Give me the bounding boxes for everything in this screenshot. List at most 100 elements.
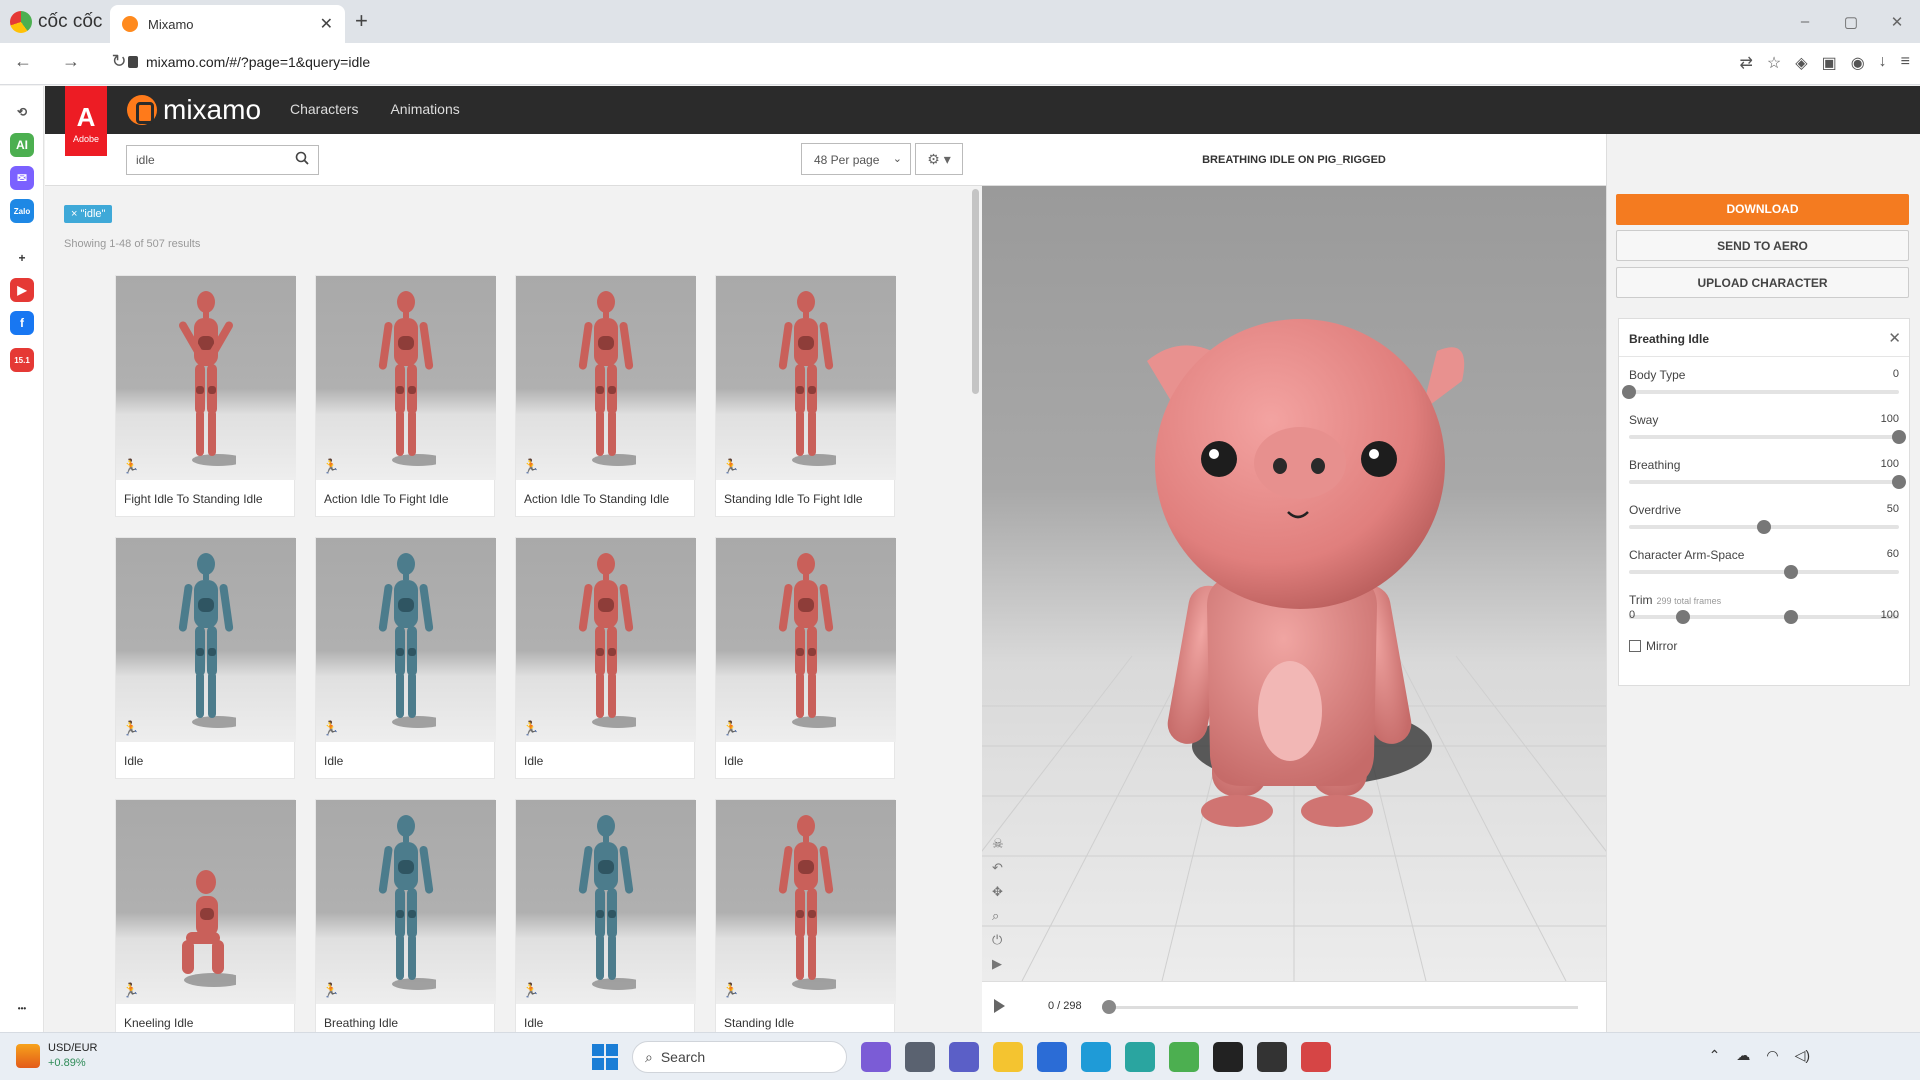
animation-thumbnail[interactable]: 🏃 [316,538,496,742]
timeline-scrubber[interactable] [1102,1000,1116,1014]
shopping-icon[interactable]: 15.1 [10,348,34,372]
edge-icon[interactable] [1081,1042,1111,1072]
slider-handle[interactable] [1892,475,1906,489]
animation-thumbnail[interactable]: 🏃 [316,800,496,1004]
results-scrollbar[interactable] [969,187,982,1032]
tab-mixamo[interactable]: Mixamo ✕ [110,5,345,43]
slider-track[interactable] [1629,435,1899,439]
mirror-checkbox[interactable]: Mirror [1629,639,1677,653]
per-page-select[interactable]: 48 Per page ⌄ [801,143,911,175]
animation-thumbnail[interactable]: 🏃 [516,276,696,480]
search-icon[interactable] [295,151,309,165]
unity-hub-icon[interactable] [1257,1042,1287,1072]
add-icon[interactable]: + [10,246,34,270]
animation-thumbnail[interactable]: 🏃 [716,538,896,742]
wifi-icon[interactable]: ◠ [1766,1047,1778,1064]
animation-card[interactable]: 🏃 Fight Idle To Standing Idle [115,275,296,517]
nav-animations[interactable]: Animations [390,101,459,117]
search-input[interactable]: idle [126,145,319,175]
slider-track[interactable] [1629,570,1899,574]
extensions-icon[interactable]: ▣ [1822,53,1837,73]
play-icon[interactable] [994,999,1005,1013]
back-button[interactable]: ← [10,51,36,72]
undo-icon[interactable]: ↶ [992,860,1004,876]
slider-handle[interactable] [1784,565,1798,579]
zalo-icon[interactable]: Zalo [10,199,34,223]
filter-chip[interactable]: × "idle" [64,205,113,223]
close-icon[interactable]: ✕ [1888,329,1901,347]
animation-card[interactable]: 🏃 Idle [515,799,696,1032]
store-icon[interactable] [1037,1042,1067,1072]
more-icon[interactable]: ••• [10,996,34,1020]
widgets-icon[interactable] [861,1042,891,1072]
file-explorer-icon[interactable] [993,1042,1023,1072]
slider-breathing[interactable]: Breathing 100 [1629,458,1906,498]
taskbar-search[interactable]: ⌕ Search [632,1041,847,1073]
menu-icon[interactable]: ≡ [1901,53,1910,73]
adobe-logo[interactable]: A Adobe [65,86,107,156]
slider-track[interactable] [1629,480,1899,484]
history-icon[interactable]: ⟲ [10,100,34,124]
animation-card[interactable]: 🏃 Idle [315,537,496,779]
camera-icon[interactable]: ▶ [992,956,1004,972]
forward-button[interactable]: → [58,51,84,72]
url-field[interactable]: mixamo.com/#/?page=1&query=idle [128,54,370,70]
animation-card[interactable]: 🏃 Idle [515,537,696,779]
settings-button[interactable]: ⚙ ▾ [915,143,963,175]
trim-end-handle[interactable] [1784,610,1798,624]
new-tab-button[interactable]: + [355,8,368,34]
teams-icon[interactable] [949,1042,979,1072]
volume-icon[interactable]: ◁) [1795,1047,1810,1064]
slider-overdrive[interactable]: Overdrive 50 [1629,503,1899,543]
shield-icon[interactable]: ◈ [1795,53,1807,73]
scrollbar-thumb[interactable] [972,189,979,394]
start-button[interactable] [592,1044,618,1070]
zoom-icon[interactable]: ⌕ [992,908,1004,924]
star-icon[interactable]: ☆ [1767,53,1781,73]
move-icon[interactable]: ✥ [992,884,1004,900]
trim-slider[interactable]: Trim 299 total frames [1629,593,1899,633]
animation-thumbnail[interactable]: 🏃 [316,276,496,480]
animation-card[interactable]: 🏃 Kneeling Idle [115,799,296,1032]
mixamo-logo[interactable]: mixamo [127,94,261,126]
animation-card[interactable]: 🏃 Idle [715,537,896,779]
animation-thumbnail[interactable]: 🏃 [716,800,896,1004]
minimize-button[interactable]: – [1782,13,1828,30]
checkbox-box[interactable] [1629,640,1641,652]
animation-card[interactable]: 🏃 Breathing Idle [315,799,496,1032]
browser-brand[interactable]: cốc cốc [10,10,102,34]
ai-icon[interactable]: AI [10,133,34,157]
animation-card[interactable]: 🏃 Action Idle To Standing Idle [515,275,696,517]
profile-icon[interactable]: ◉ [1851,53,1865,73]
download-icon[interactable]: ↓ [1879,53,1887,73]
slider-character-arm-space[interactable]: Character Arm-Space 60 [1629,548,1899,588]
animation-thumbnail[interactable]: 🏃 [716,276,896,480]
currency-widget[interactable]: USD/EUR +0.89% [16,1041,98,1071]
tab-close-icon[interactable]: ✕ [320,14,333,34]
animation-card[interactable]: 🏃 Standing Idle To Fight Idle [715,275,896,517]
animation-card[interactable]: 🏃 Standing Idle [715,799,896,1032]
unity-icon[interactable] [1213,1042,1243,1072]
mixamo-app-icon[interactable] [1125,1042,1155,1072]
animation-thumbnail[interactable]: 🏃 [516,538,696,742]
animation-card[interactable]: 🏃 Idle [115,537,296,779]
trim-start-handle[interactable] [1676,610,1690,624]
chevron-up-icon[interactable]: ⌃ [1709,1047,1721,1064]
skeleton-icon[interactable]: ☠ [992,836,1004,852]
animation-thumbnail[interactable]: 🏃 [116,800,296,1004]
slider-track[interactable] [1629,615,1899,619]
onedrive-icon[interactable]: ☁ [1736,1047,1750,1064]
task-view-icon[interactable] [905,1042,935,1072]
nav-characters[interactable]: Characters [290,101,358,117]
coccoc-app-icon[interactable] [1169,1042,1199,1072]
messenger-icon[interactable]: ✉ [10,166,34,190]
translate-icon[interactable]: ⇄ [1740,53,1753,73]
slider-track[interactable] [1629,390,1899,394]
animation-thumbnail[interactable]: 🏃 [116,538,296,742]
timeline-track[interactable] [1102,1006,1578,1009]
animation-thumbnail[interactable]: 🏃 [516,800,696,1004]
facebook-icon[interactable]: f [10,311,34,335]
youtube-icon[interactable]: ▶ [10,278,34,302]
power-icon[interactable]: ⏻ [992,932,1004,948]
animation-thumbnail[interactable]: 🏃 [116,276,296,480]
